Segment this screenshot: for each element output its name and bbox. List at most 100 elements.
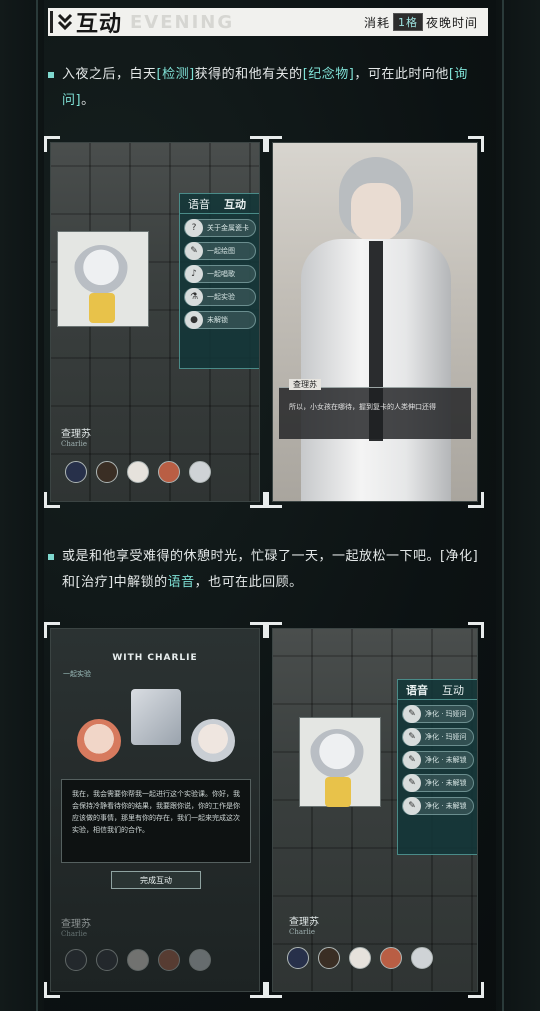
speaker-name: 查理苏 bbox=[289, 379, 321, 390]
bullet-icon bbox=[48, 72, 54, 78]
avatar[interactable] bbox=[380, 947, 402, 969]
header-bar bbox=[50, 11, 53, 33]
lock-icon: ● bbox=[185, 311, 203, 329]
tab-voice[interactable]: 语音 bbox=[188, 196, 210, 212]
menu-item[interactable]: ♪ 一起唱歌 bbox=[184, 265, 256, 283]
cost-suffix: 夜晚时间 bbox=[425, 15, 478, 30]
menu-item-label: 关于金属瓷卡 bbox=[207, 224, 249, 232]
dialogue-line: 所以，小女孩在哪待，握到复卡的人类伸口还得 bbox=[289, 403, 436, 411]
para1-text: 。 bbox=[81, 93, 95, 108]
avatar[interactable] bbox=[158, 461, 180, 483]
right-rail bbox=[502, 0, 504, 1011]
chibi-body bbox=[89, 293, 115, 323]
voice-item[interactable]: ✎ 净化 · 玛娅问 bbox=[402, 728, 474, 746]
protagonist-chibi-head bbox=[77, 719, 121, 763]
avatar[interactable] bbox=[65, 461, 87, 483]
avatar[interactable] bbox=[65, 949, 87, 971]
character-roster bbox=[287, 947, 433, 969]
voice-menu-tabs: 语音 互动 bbox=[398, 680, 477, 700]
menu-item[interactable]: ● 未解锁 bbox=[184, 311, 256, 329]
screenshot-frame-voice: 语音 互动 ✎ 净化 · 玛娅问 ✎ 净化 · 玛娅问 ✎ 净化 · 未解锁 ✎ 净化 ·… bbox=[266, 622, 484, 998]
menu-item[interactable]: ✎ 一起绘图 bbox=[184, 242, 256, 260]
voice-item-label: 净化 · 未解锁 bbox=[425, 756, 467, 764]
name-cn: 查理苏 bbox=[61, 919, 91, 930]
tab-interact[interactable]: 互动 bbox=[224, 196, 246, 212]
paragraph-relax: 或是和他享受难得的休憩时光，忙碌了一天，一起放松一下吧。[净化]和[治疗]中解锁… bbox=[48, 544, 482, 596]
avatar[interactable] bbox=[127, 949, 149, 971]
menu-item-label: 一起绘图 bbox=[207, 247, 235, 255]
voice-item[interactable]: ✎ 净化 · 未解锁 bbox=[402, 797, 474, 815]
paragraph-ask: 入夜之后，白天[检测]获得的和他有关的[纪念物]，可在此时向他[询问]。 bbox=[48, 62, 482, 114]
item-icon: ♪ bbox=[185, 265, 203, 283]
avatar[interactable] bbox=[189, 461, 211, 483]
play-icon: ✎ bbox=[403, 774, 421, 792]
avatar[interactable] bbox=[349, 947, 371, 969]
menu-item-label: 一起唱歌 bbox=[207, 270, 235, 278]
para1-text: ，可在此时向他 bbox=[354, 67, 449, 82]
activity-title: WITH CHARLIE bbox=[112, 653, 198, 663]
play-icon: ✎ bbox=[403, 797, 421, 815]
name-en: Charlie bbox=[61, 440, 88, 448]
screenshot-frame-interact: 语音 互动 ? 关于金属瓷卡 ✎ 一起绘图 ♪ 一起唱歌 ⚗ 一起实验 ● 未解锁 查理苏 C… bbox=[44, 136, 266, 508]
left-rail bbox=[36, 0, 38, 1011]
character-name: 查理苏 Charlie bbox=[61, 915, 91, 938]
voice-menu: 语音 互动 ✎ 净化 · 玛娅问 ✎ 净化 · 玛娅问 ✎ 净化 · 未解锁 ✎ 净化 ·… bbox=[397, 679, 477, 855]
section-header: 互动 EVENING 消耗 1格 夜晚时间 bbox=[48, 8, 488, 37]
section-title: 互动 bbox=[76, 11, 123, 37]
question-icon: ? bbox=[185, 219, 203, 237]
name-cn: 查理苏 bbox=[61, 429, 91, 440]
avatar[interactable] bbox=[411, 947, 433, 969]
item-icon: ⚗ bbox=[185, 288, 203, 306]
character-roster bbox=[65, 461, 211, 483]
name-cn: 查理苏 bbox=[289, 917, 319, 928]
character-roster bbox=[65, 949, 211, 971]
activity-text: 我在，我会需要你帮我一起进行这个实验课。你好，我会保持冷静看待你的结果，我要跟你… bbox=[61, 779, 251, 863]
menu-item-label: 未解锁 bbox=[207, 316, 228, 324]
voice-item[interactable]: ✎ 净化 · 未解锁 bbox=[402, 751, 474, 769]
character-name: 查理苏 Charlie bbox=[289, 913, 319, 936]
avatar[interactable] bbox=[318, 947, 340, 969]
avatar[interactable] bbox=[158, 949, 180, 971]
para1-highlight: [纪念物] bbox=[302, 67, 355, 82]
avatar[interactable] bbox=[287, 947, 309, 969]
item-icon: ✎ bbox=[185, 242, 203, 260]
room-scene-voice: 语音 互动 ✎ 净化 · 玛娅问 ✎ 净化 · 玛娅问 ✎ 净化 · 未解锁 ✎ 净化 ·… bbox=[272, 628, 478, 992]
name-en: Charlie bbox=[289, 928, 316, 936]
voice-item-label: 净化 · 玛娅问 bbox=[425, 710, 467, 718]
menu-item[interactable]: ? 关于金属瓷卡 bbox=[184, 219, 256, 237]
finish-interaction-button[interactable]: 完成互动 bbox=[111, 871, 201, 889]
avatar[interactable] bbox=[96, 949, 118, 971]
lab-equipment-image bbox=[131, 689, 181, 745]
charlie-chibi-head bbox=[191, 719, 235, 763]
voice-menu: 语音 互动 ? 关于金属瓷卡 ✎ 一起绘图 ♪ 一起唱歌 ⚗ 一起实验 ● 未解锁 bbox=[179, 193, 259, 369]
dialogue-scene: 查理苏 所以，小女孩在哪待，握到复卡的人类伸口还得 bbox=[272, 142, 478, 502]
avatar[interactable] bbox=[189, 949, 211, 971]
double-chevron-icon bbox=[54, 11, 76, 33]
dialogue-box[interactable]: 查理苏 所以，小女孩在哪待，握到复卡的人类伸口还得 bbox=[279, 379, 471, 439]
play-icon: ✎ bbox=[403, 751, 421, 769]
play-icon: ✎ bbox=[403, 705, 421, 723]
chibi-body bbox=[325, 777, 351, 807]
avatar[interactable] bbox=[96, 461, 118, 483]
activity-tag: 一起实验 bbox=[63, 670, 91, 678]
voice-item-label: 净化 · 未解锁 bbox=[425, 802, 467, 810]
avatar[interactable] bbox=[127, 461, 149, 483]
voice-menu-tabs: 语音 互动 bbox=[180, 194, 259, 214]
para1-text: 获得的和他有关的 bbox=[194, 67, 303, 82]
cost-value: 1格 bbox=[392, 13, 423, 31]
bullet-icon bbox=[48, 554, 54, 560]
voice-item[interactable]: ✎ 净化 · 玛娅问 bbox=[402, 705, 474, 723]
para2-text: ，也可在此回顾。 bbox=[194, 575, 303, 590]
para1-highlight: [检测] bbox=[156, 67, 195, 82]
section-subtitle: EVENING bbox=[130, 11, 235, 33]
menu-item[interactable]: ⚗ 一起实验 bbox=[184, 288, 256, 306]
tab-voice[interactable]: 语音 bbox=[406, 682, 428, 698]
para2-highlight: 语音 bbox=[167, 575, 195, 590]
name-en: Charlie bbox=[61, 930, 88, 938]
cost-prefix: 消耗 bbox=[363, 15, 390, 30]
menu-item-label: 一起实验 bbox=[207, 293, 235, 301]
tab-interact[interactable]: 互动 bbox=[442, 682, 464, 698]
cost-label: 消耗 1格 夜晚时间 bbox=[364, 13, 478, 31]
voice-item[interactable]: ✎ 净化 · 未解锁 bbox=[402, 774, 474, 792]
voice-item-label: 净化 · 玛娅问 bbox=[425, 733, 467, 741]
